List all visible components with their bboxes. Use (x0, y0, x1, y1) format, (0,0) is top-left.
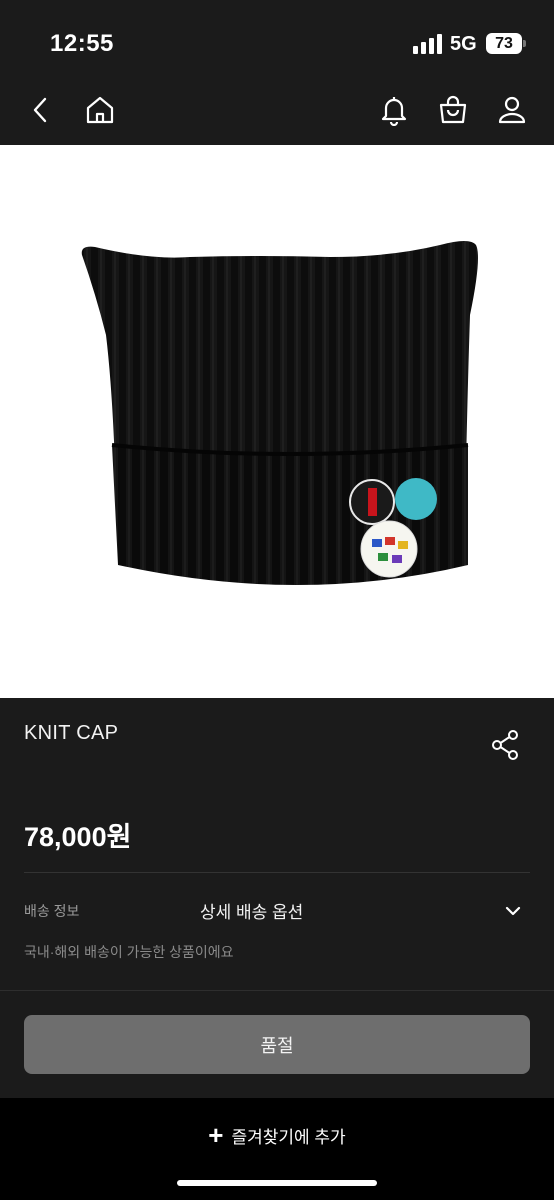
divider (24, 872, 530, 873)
product-price: 78,000원 (24, 822, 132, 852)
home-indicator (177, 1180, 377, 1186)
add-favorite-button[interactable]: + 즐겨찾기에 추가 (0, 1120, 554, 1150)
shipping-note: 국내·해외 배송이 가능한 상품이에요 (24, 944, 234, 960)
product-info: KNIT CAP 78,000원 배송 정보 상세 배송 옵션 국내·해외 배송… (0, 698, 554, 1098)
home-icon[interactable] (82, 92, 118, 128)
shipping-label: 배송 정보 (24, 903, 80, 919)
add-favorite-label: 즐겨찾기에 추가 (231, 1127, 346, 1147)
product-name: KNIT CAP (24, 722, 119, 744)
nav-bar (0, 80, 554, 145)
product-image[interactable] (0, 145, 554, 698)
section-divider (0, 990, 554, 991)
battery-cap (523, 40, 526, 47)
knit-cap-image (81, 241, 478, 585)
status-bar: 12:55 5G 73 (0, 0, 554, 80)
soldout-button[interactable]: 품절 (24, 1015, 530, 1074)
shipping-option[interactable]: 상세 배송 옵션 (200, 898, 303, 923)
user-icon[interactable] (494, 92, 530, 128)
share-icon[interactable] (488, 728, 522, 762)
signal-icon (413, 34, 443, 54)
shopping-bag-icon[interactable] (435, 92, 471, 128)
bottom-bar: + 즐겨찾기에 추가 (0, 1098, 554, 1200)
plus-icon: + (208, 1120, 224, 1150)
chevron-left-icon[interactable] (22, 92, 58, 128)
chevron-down-icon[interactable] (503, 901, 523, 921)
network-label: 5G (450, 33, 477, 55)
battery-icon: 73 (486, 33, 522, 54)
bell-icon[interactable] (376, 92, 412, 128)
status-time: 12:55 (50, 30, 114, 57)
